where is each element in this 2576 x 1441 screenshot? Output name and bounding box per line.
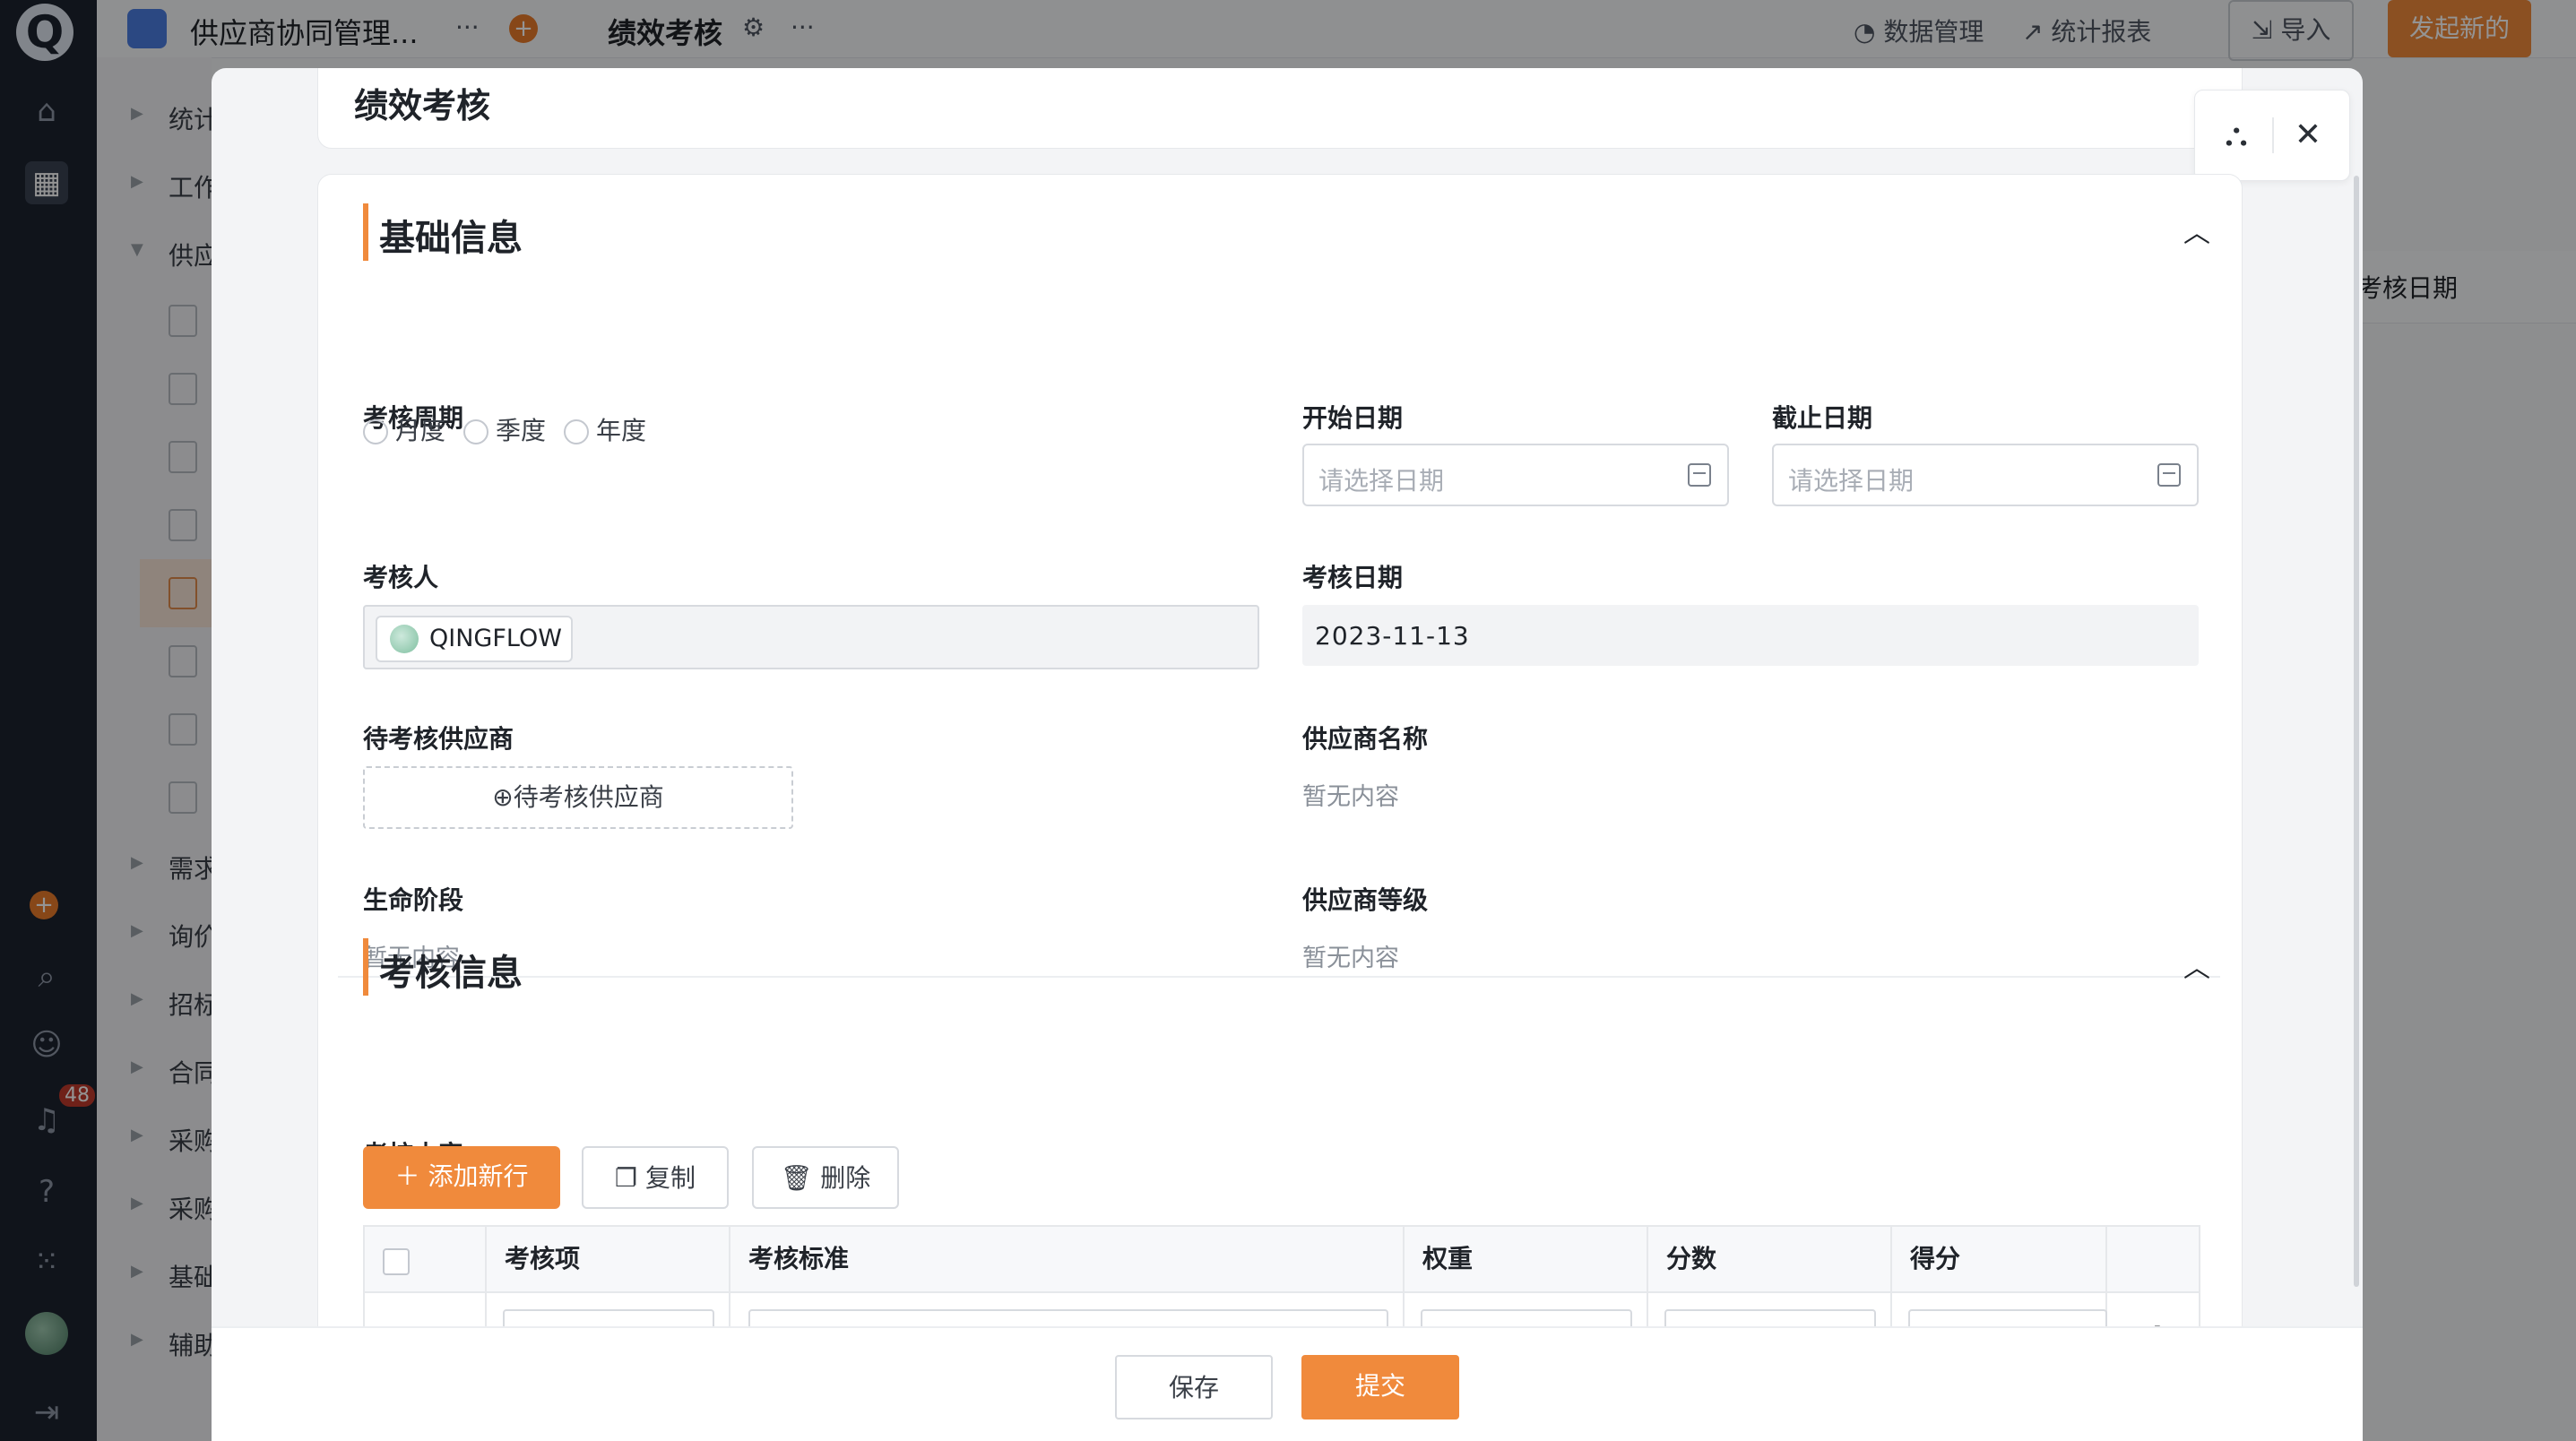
reviewer-field[interactable]: QINGFLOW: [363, 605, 1259, 669]
plus-icon: ＋: [394, 1161, 428, 1191]
supplier-name-label: 供应商名称: [1302, 724, 1429, 754]
modal-title: 绩效考核: [354, 86, 491, 125]
select-all-checkbox[interactable]: [383, 1248, 410, 1275]
toolbar-divider: [2272, 117, 2274, 153]
modal-title-card: 绩效考核: [317, 68, 2243, 149]
table-header: 得分: [1892, 1227, 2107, 1293]
chevron-up-icon[interactable]: ︿: [2179, 951, 2215, 987]
start-date-label: 开始日期: [1302, 403, 1404, 433]
radio-yearly[interactable]: 年度: [564, 411, 646, 445]
copy-button[interactable]: ❐ 复制: [582, 1146, 729, 1209]
section-accent-bar: [363, 203, 368, 261]
table-header: 考核标准: [730, 1227, 1405, 1293]
start-date-placeholder: 请选择日期: [1318, 466, 1445, 496]
end-date-label: 截止日期: [1772, 403, 1873, 433]
reviewer-chip[interactable]: QINGFLOW: [376, 616, 573, 662]
table-header: 权重: [1405, 1227, 1648, 1293]
calendar-icon: [2157, 463, 2181, 487]
scrollbar[interactable]: [2354, 176, 2359, 1287]
add-supplier-button[interactable]: ⊕待考核供应商: [363, 766, 793, 829]
supplier-level-value: 暂无内容: [1302, 945, 1399, 972]
supplier-label: 待考核供应商: [363, 724, 514, 754]
review-date-field: 2023-11-13: [1302, 605, 2199, 666]
modal-toolbar: ⛬ ✕: [2194, 90, 2350, 181]
section-title: 考核信息: [379, 953, 523, 994]
close-icon[interactable]: ✕: [2286, 114, 2330, 157]
table-header: 考核项: [487, 1227, 730, 1293]
add-row-button[interactable]: ＋ 添加新行: [363, 1146, 560, 1209]
start-date-input[interactable]: 请选择日期: [1302, 444, 1729, 506]
reviewer-name: QINGFLOW: [429, 625, 562, 652]
share-icon[interactable]: ⛬: [2215, 114, 2258, 157]
reviewer-label: 考核人: [363, 563, 439, 592]
review-date-label: 考核日期: [1302, 563, 1404, 592]
radio-circle: [463, 419, 488, 444]
section-title: 基础信息: [379, 218, 523, 259]
record-modal: 绩效考核 ⛬ ✕ 基础信息 ︿ 考核周期 月度 季度 年度 开始日期 请选择日期…: [212, 68, 2363, 1441]
end-date-input[interactable]: 请选择日期: [1772, 444, 2199, 506]
form-card: 基础信息 ︿ 考核周期 月度 季度 年度 开始日期 请选择日期 截止日期 请选择…: [317, 174, 2243, 1404]
radio-circle: [363, 419, 388, 444]
end-date-placeholder: 请选择日期: [1788, 466, 1915, 496]
table-header: 分数: [1648, 1227, 1892, 1293]
trash-icon: 🗑: [780, 1163, 821, 1193]
delete-button[interactable]: 🗑 删除: [752, 1146, 899, 1209]
supplier-level-label: 供应商等级: [1302, 885, 1429, 915]
save-button[interactable]: 保存: [1115, 1355, 1273, 1419]
chevron-up-icon[interactable]: ︿: [2179, 216, 2215, 252]
radio-monthly[interactable]: 月度: [363, 411, 445, 445]
reviewer-avatar: [390, 625, 419, 653]
table-header-actions: [2107, 1227, 2199, 1293]
submit-button[interactable]: 提交: [1301, 1355, 1459, 1419]
copy-icon: ❐: [614, 1163, 645, 1193]
modal-footer: 保存 提交: [212, 1326, 2363, 1441]
review-date-value: 2023-11-13: [1315, 621, 1470, 651]
calendar-icon: [1688, 463, 1711, 487]
radio-quarterly[interactable]: 季度: [463, 411, 546, 445]
radio-circle: [564, 419, 589, 444]
table-header-select: [365, 1227, 487, 1293]
section-divider: [338, 976, 2220, 978]
lifecycle-label: 生命阶段: [363, 885, 464, 915]
section-accent-bar: [363, 938, 368, 996]
supplier-name-value: 暂无内容: [1302, 783, 1399, 811]
